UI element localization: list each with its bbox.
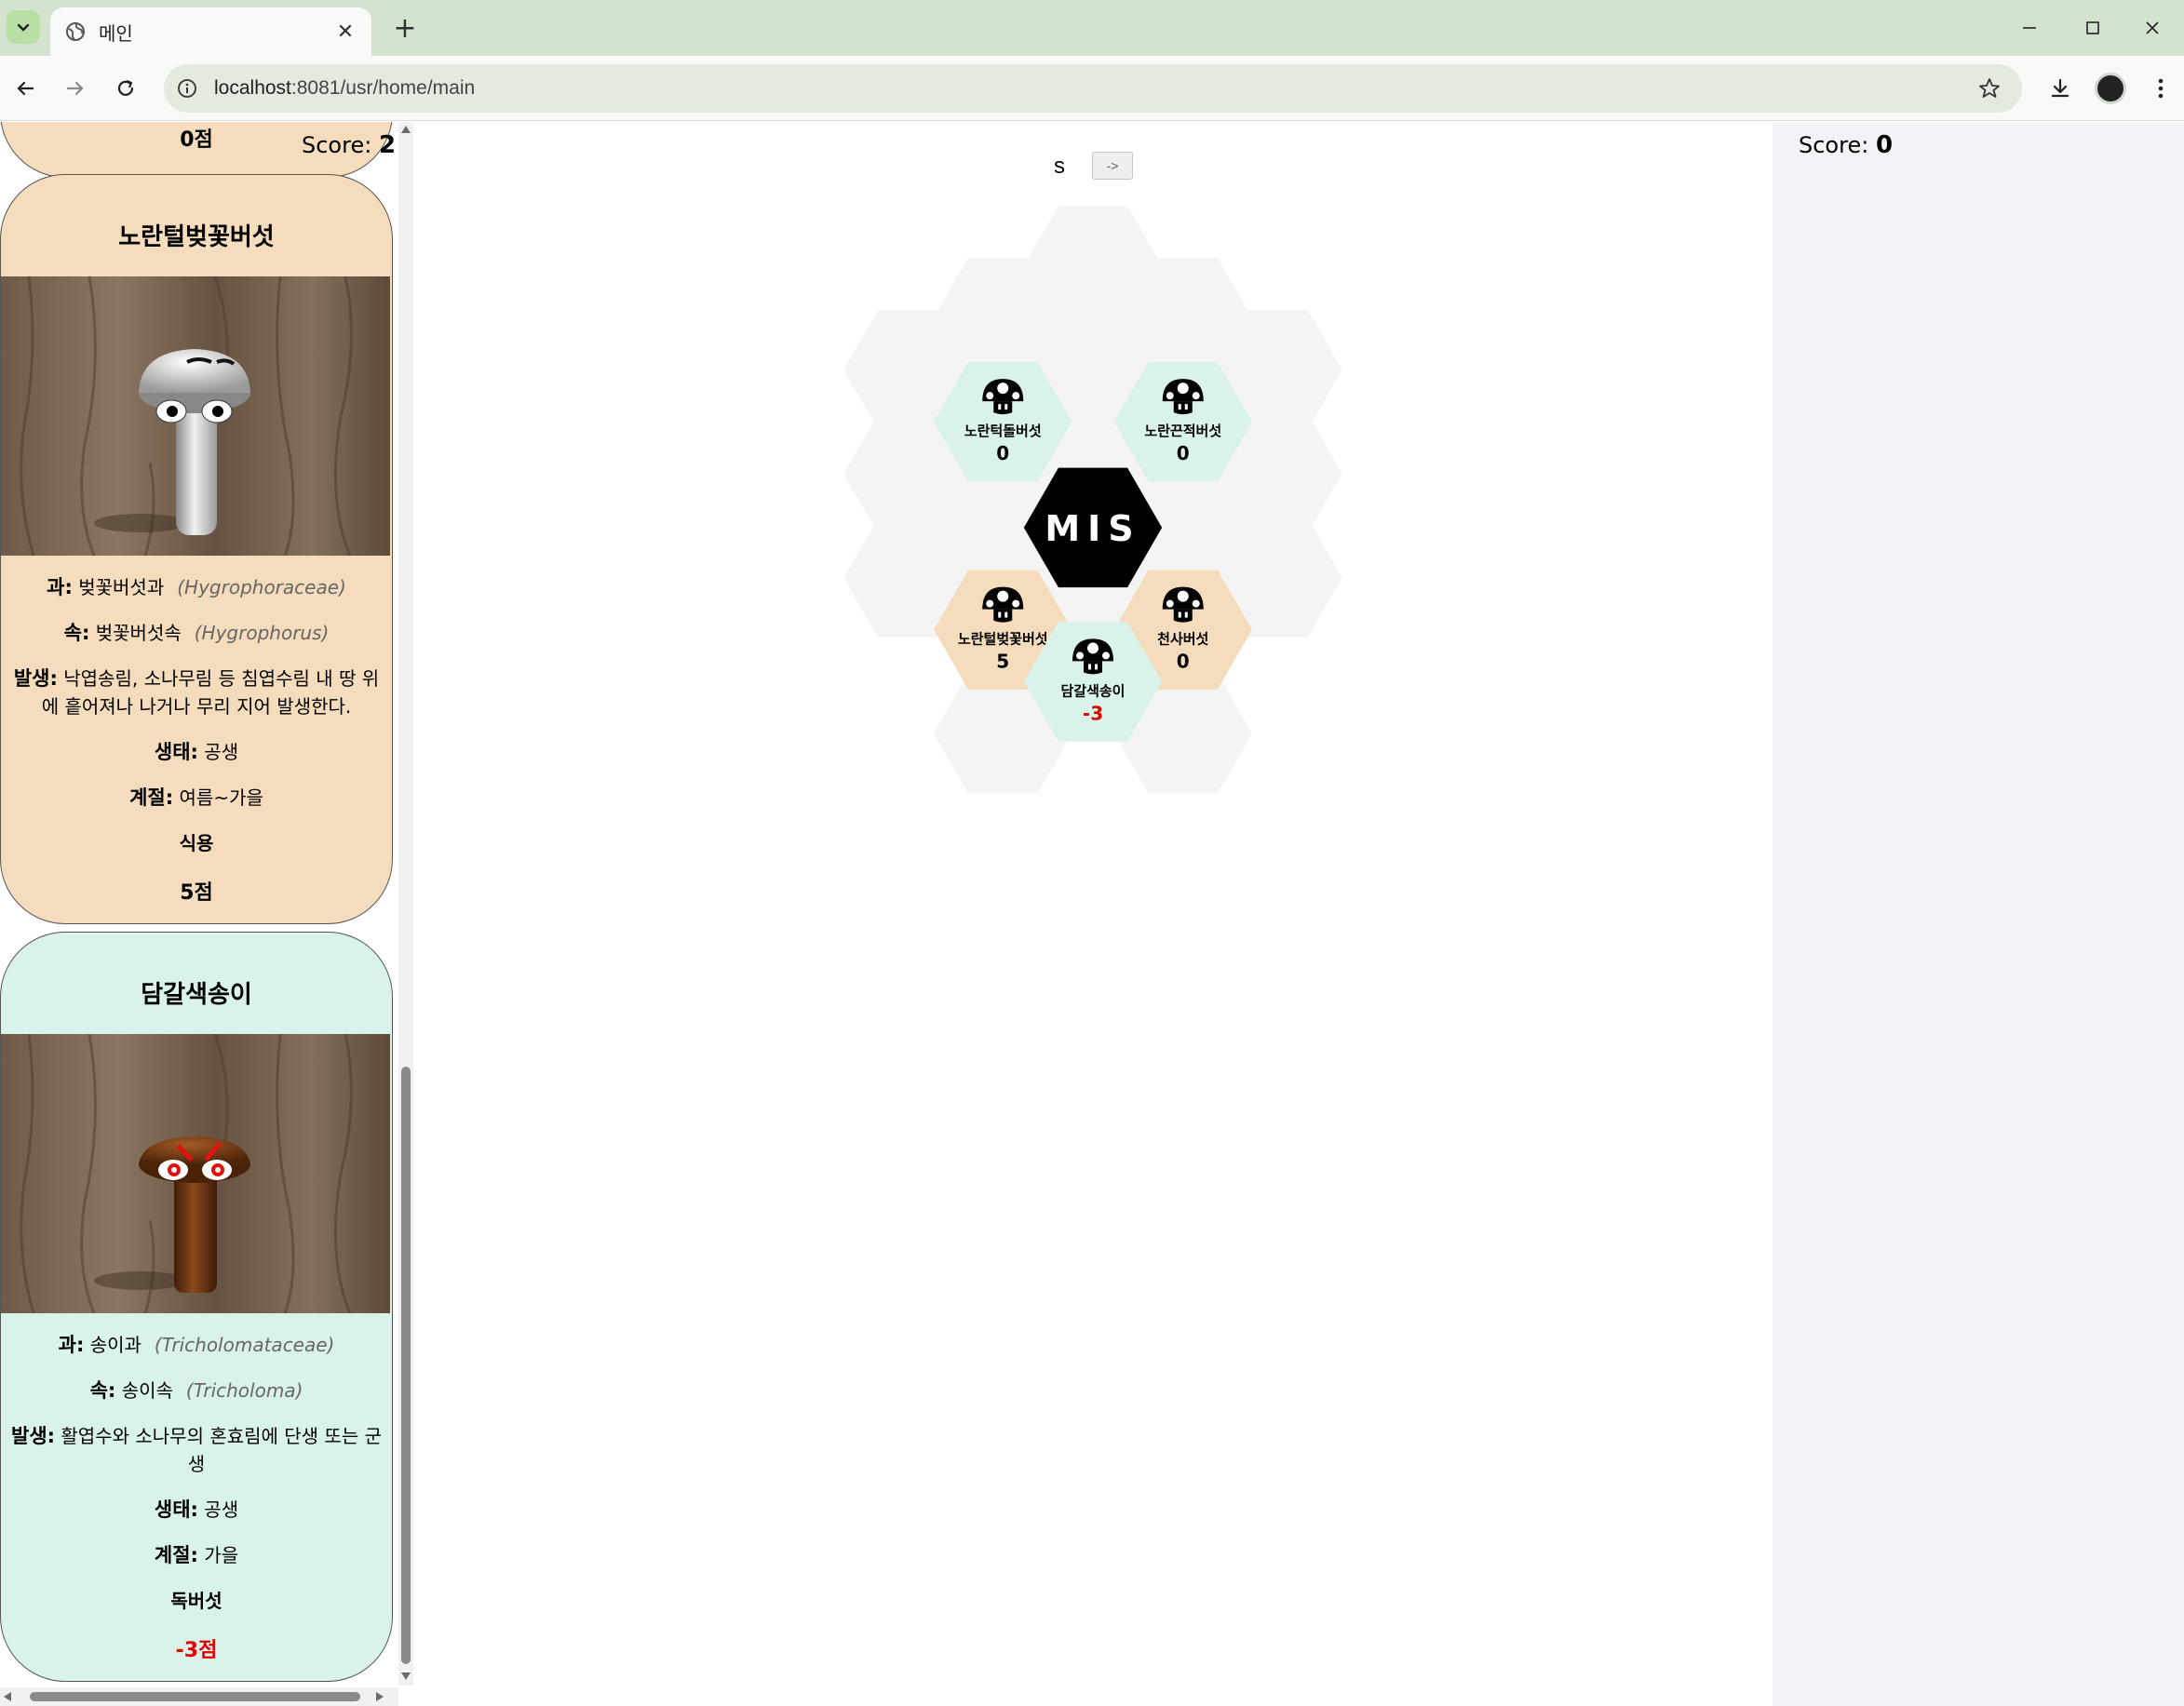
- close-icon[interactable]: ✕: [334, 20, 357, 44]
- mushroom-card[interactable]: 담갈색송이 과: 송이과 (Tricholomataceae) 속: 송이속 (…: [0, 932, 393, 1682]
- cell-name: 천사버섯: [1157, 631, 1208, 648]
- back-button[interactable]: [7, 71, 43, 106]
- card-genus: 속: 송이속 (Tricholoma): [89, 1379, 303, 1402]
- mushroom-card[interactable]: 노란털벚꽃버섯 과: 벚꽃버섯과 (Hygrophoraceae) 속: 벚꽃버…: [0, 174, 393, 924]
- maximize-icon: [2086, 21, 2099, 34]
- horizontal-scroll-thumb[interactable]: [30, 1692, 360, 1701]
- maximize-button[interactable]: [2061, 0, 2124, 56]
- url-text: localhost:8081/usr/home/main: [214, 77, 476, 99]
- game-area: s -> 노란턱돌버섯 0 노란끈적버섯 0 노란털벚꽃버섯 5 천사버섯 0 담갈색송이 -3 M…: [413, 122, 1773, 1706]
- browser-toolbar: localhost:8081/usr/home/main: [0, 56, 2184, 121]
- arrow-left-icon: [17, 81, 34, 96]
- tab-search-button[interactable]: [7, 10, 40, 44]
- scroll-left-icon[interactable]: [4, 1692, 11, 1701]
- cell-name: 노란털벚꽃버섯: [958, 631, 1048, 648]
- minimize-button[interactable]: [1998, 0, 2061, 56]
- cell-value: 5: [996, 651, 1009, 673]
- card-edibility: 식용: [179, 832, 214, 854]
- card-family: 과: 벚꽃버섯과 (Hygrophoraceae): [47, 576, 346, 598]
- reload-icon: [117, 79, 134, 96]
- cell-name: 노란턱돌버섯: [964, 423, 1042, 439]
- cell-name: 노란끈적버섯: [1144, 423, 1221, 439]
- scroll-right-icon[interactable]: [376, 1692, 384, 1701]
- close-icon: [2146, 21, 2159, 34]
- card-family: 과: 송이과 (Tricholomataceae): [58, 1334, 335, 1356]
- right-score: Score: 0: [1799, 131, 1894, 159]
- svg-text:MIS: MIS: [1045, 508, 1140, 549]
- card-score: -3점: [175, 1639, 218, 1662]
- scroll-down-icon[interactable]: [401, 1672, 411, 1680]
- vertical-scroll-thumb[interactable]: [401, 1067, 411, 1664]
- mushroom-image: [1, 1034, 390, 1313]
- reload-button[interactable]: [108, 71, 143, 106]
- card-season: 계절: 가을: [154, 1544, 239, 1566]
- bookmark-star-icon[interactable]: [1977, 76, 2002, 101]
- new-tab-button[interactable]: +: [389, 12, 421, 45]
- hex-board: 노란턱돌버섯 0 노란끈적버섯 0 노란털벚꽃버섯 5 천사버섯 0 담갈색송이 -3 MIS: [843, 206, 1342, 794]
- card-ecology: 생태: 공생: [154, 741, 239, 763]
- card-genus: 속: 벚꽃버섯속 (Hygrophorus): [63, 622, 330, 644]
- downloads-button[interactable]: [2042, 71, 2078, 106]
- card-occurrence: 발생: 낙엽송림, 소나무림 등 침엽수림 내 땅 위에 흩어져나 나거나 무리…: [13, 667, 380, 718]
- cell-value: 0: [996, 442, 1009, 464]
- browser-tab-bar: 메인 ✕ +: [0, 0, 2184, 56]
- left-score: Score: 2: [302, 131, 397, 159]
- cell-value: -3: [1083, 702, 1103, 724]
- download-icon: [2051, 78, 2069, 98]
- tab-title: 메인: [99, 21, 133, 45]
- address-bar[interactable]: localhost:8081/usr/home/main: [164, 64, 2022, 113]
- browser-tab[interactable]: 메인 ✕: [50, 7, 371, 56]
- more-vertical-icon: [2158, 78, 2164, 99]
- arrow-right-icon: [66, 81, 84, 96]
- cell-value: 0: [1177, 442, 1190, 464]
- page-content: 0점 Score: 2 노란털벚꽃버섯 과: 벚꽃버섯과 (Hygrophora…: [0, 122, 2184, 1706]
- card-edibility: 독버섯: [170, 1590, 222, 1612]
- card-title: 노란털벚꽃버섯: [118, 223, 275, 251]
- mushroom-card-list[interactable]: 0점 Score: 2 노란털벚꽃버섯 과: 벚꽃버섯과 (Hygrophora…: [0, 122, 398, 1706]
- forward-button[interactable]: [58, 71, 93, 106]
- profile-avatar[interactable]: [2095, 73, 2126, 104]
- minimize-icon: [2023, 27, 2036, 29]
- card-season: 계절: 여름~가을: [129, 786, 263, 809]
- menu-button[interactable]: [2143, 71, 2178, 106]
- mushroom-image: [1, 276, 390, 556]
- site-info-icon[interactable]: [177, 78, 197, 99]
- right-panel: Score: 0: [1773, 122, 2184, 1706]
- card-title: 담갈색송이: [141, 981, 252, 1009]
- cell-name: 담갈색송이: [1060, 682, 1125, 699]
- vertical-scrollbar[interactable]: [398, 122, 413, 1686]
- card-ecology: 생태: 공생: [154, 1498, 239, 1521]
- globe-icon: [66, 22, 85, 41]
- cell-value: 0: [1177, 651, 1190, 673]
- card-occurrence: 발생: 활엽수와 소나무의 혼효림에 단생 또는 군생: [11, 1425, 382, 1475]
- card-score: 5점: [180, 881, 213, 905]
- horizontal-scrollbar[interactable]: [0, 1687, 398, 1706]
- close-window-button[interactable]: [2121, 0, 2184, 56]
- scroll-up-icon[interactable]: [401, 126, 411, 133]
- chevron-down-icon: [17, 23, 30, 32]
